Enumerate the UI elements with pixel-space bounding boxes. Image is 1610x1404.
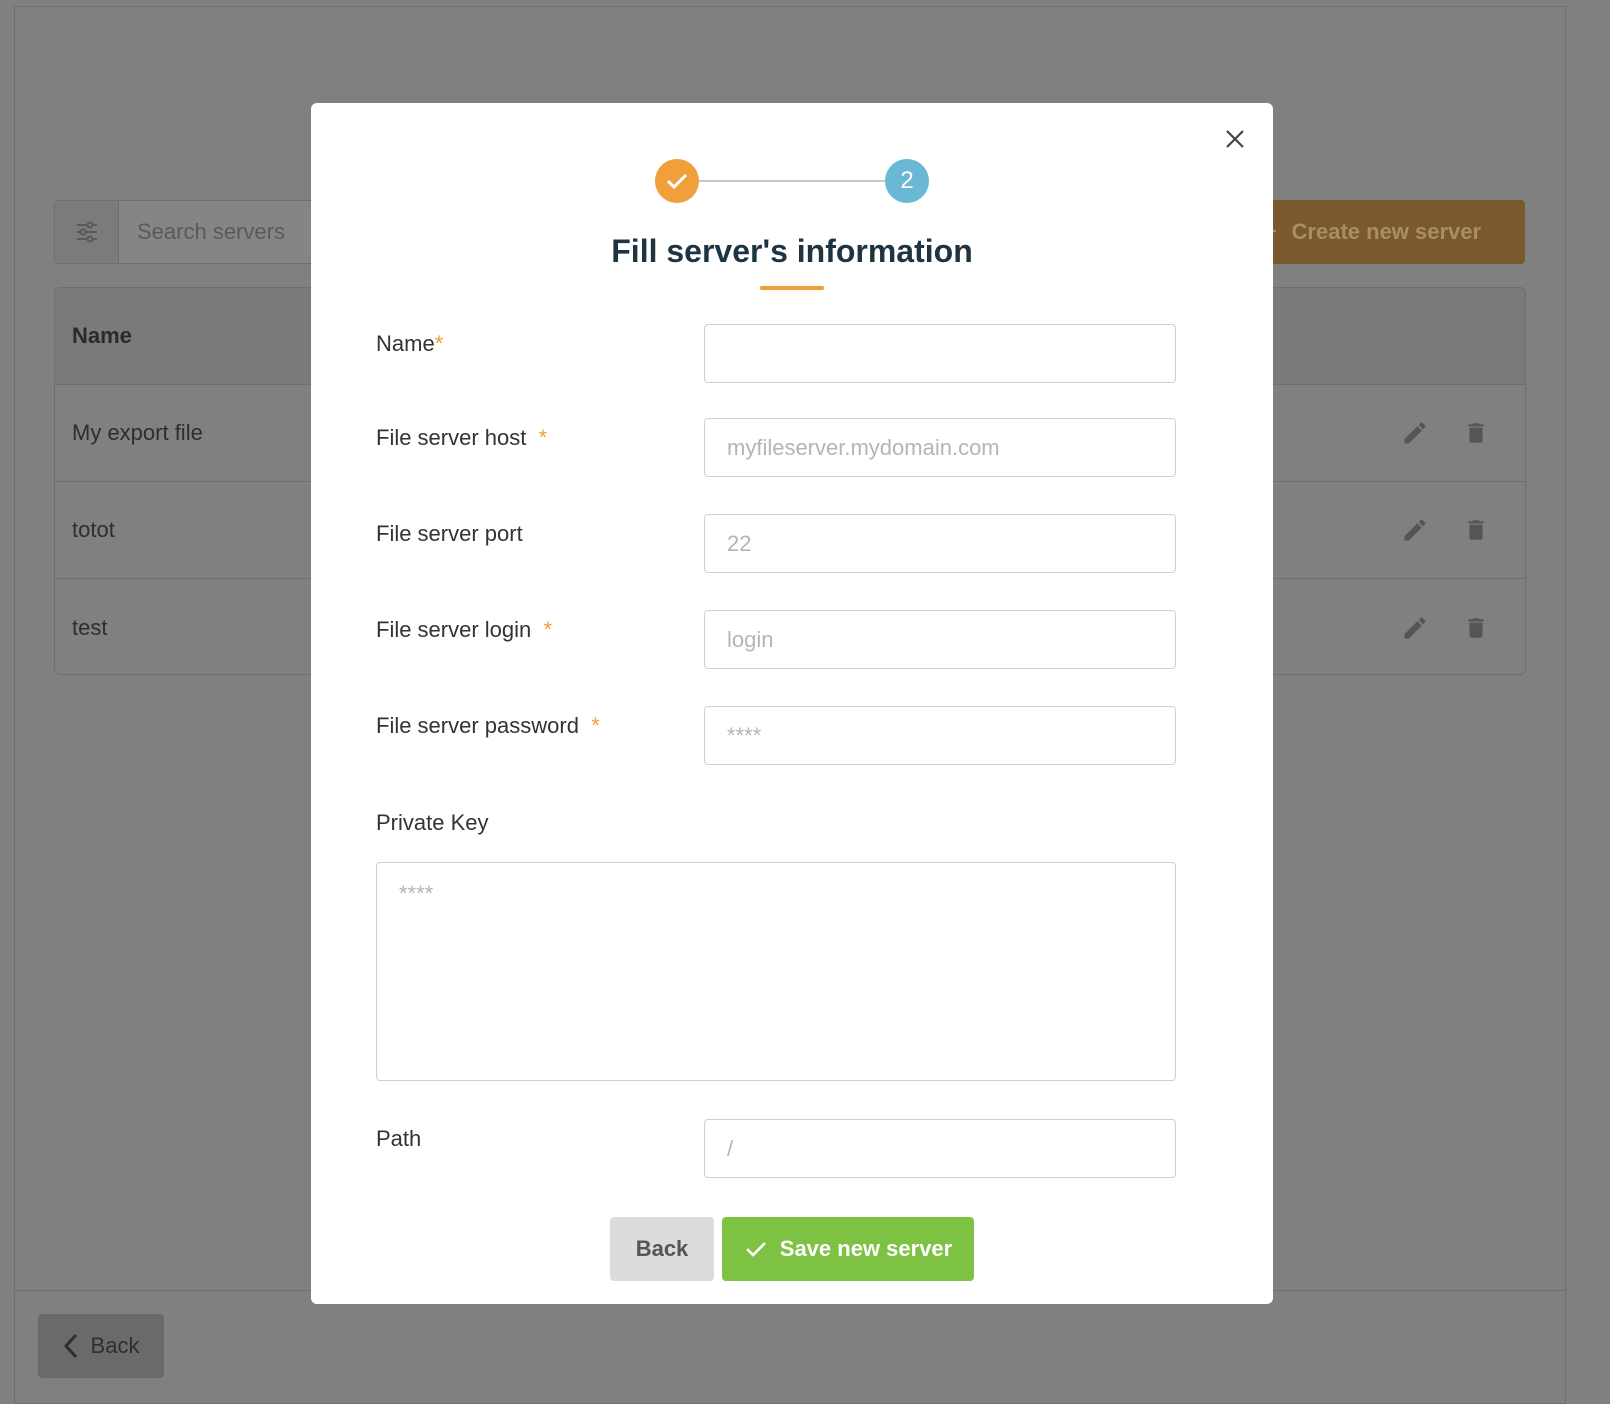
name-label: Name* (376, 331, 443, 357)
path-label-text: Path (376, 1126, 422, 1151)
create-new-server-label: Create new server (1291, 219, 1482, 244)
required-mark: * (434, 331, 444, 356)
column-header-name: Name (72, 323, 132, 348)
check-icon (666, 173, 688, 190)
required-mark: * (543, 617, 553, 642)
row-name: My export file (72, 420, 203, 445)
server-info-modal: 2 Fill server's information Name* File s… (311, 103, 1273, 1304)
save-new-server-button[interactable]: Save new server (722, 1217, 974, 1281)
row-name: totot (72, 517, 115, 542)
pencil-icon[interactable] (1401, 614, 1429, 642)
filter-icon[interactable] (55, 201, 119, 263)
private-key-label-text: Private Key (376, 810, 489, 835)
trash-icon[interactable] (1463, 419, 1489, 447)
create-new-server-button[interactable]: + Create new server (1240, 200, 1525, 264)
step-2-current: 2 (885, 159, 929, 203)
close-icon[interactable] (1221, 125, 1249, 153)
port-label-text: File server port (376, 521, 523, 546)
host-input[interactable] (704, 418, 1176, 477)
password-input[interactable] (704, 706, 1176, 765)
title-underline (760, 286, 824, 290)
save-new-server-label: Save new server (779, 1236, 953, 1261)
page-back-button[interactable]: Back (38, 1314, 164, 1378)
stepper-connector (699, 180, 885, 182)
name-input[interactable] (704, 324, 1176, 383)
page-back-label: Back (90, 1333, 140, 1358)
password-label: File server password * (376, 713, 600, 739)
required-mark: * (591, 713, 600, 738)
pencil-icon[interactable] (1401, 516, 1429, 544)
back-button[interactable]: Back (610, 1217, 714, 1281)
private-key-label: Private Key (376, 810, 489, 836)
port-label: File server port (376, 521, 523, 547)
password-label-text: File server password (376, 713, 579, 738)
private-key-textarea[interactable] (376, 862, 1176, 1081)
search-input[interactable]: Search servers (119, 219, 285, 245)
chevron-left-icon (63, 1333, 77, 1359)
login-input[interactable] (704, 610, 1176, 669)
login-label-text: File server login (376, 617, 532, 642)
search-bar: Search servers (54, 200, 324, 264)
host-label-text: File server host (376, 425, 527, 450)
pencil-icon[interactable] (1401, 419, 1429, 447)
stepper: 2 (655, 159, 931, 205)
trash-icon[interactable] (1463, 614, 1489, 642)
trash-icon[interactable] (1463, 516, 1489, 544)
path-label: Path (376, 1126, 421, 1152)
path-input[interactable] (704, 1119, 1176, 1178)
port-input[interactable] (704, 514, 1176, 573)
name-label-text: Name (376, 331, 435, 356)
required-mark: * (538, 425, 548, 450)
row-name: test (72, 614, 108, 640)
modal-title: Fill server's information (611, 233, 973, 269)
login-label: File server login * (376, 617, 552, 643)
step-1-complete (655, 159, 699, 203)
check-icon (745, 1242, 766, 1257)
host-label: File server host * (376, 425, 547, 451)
